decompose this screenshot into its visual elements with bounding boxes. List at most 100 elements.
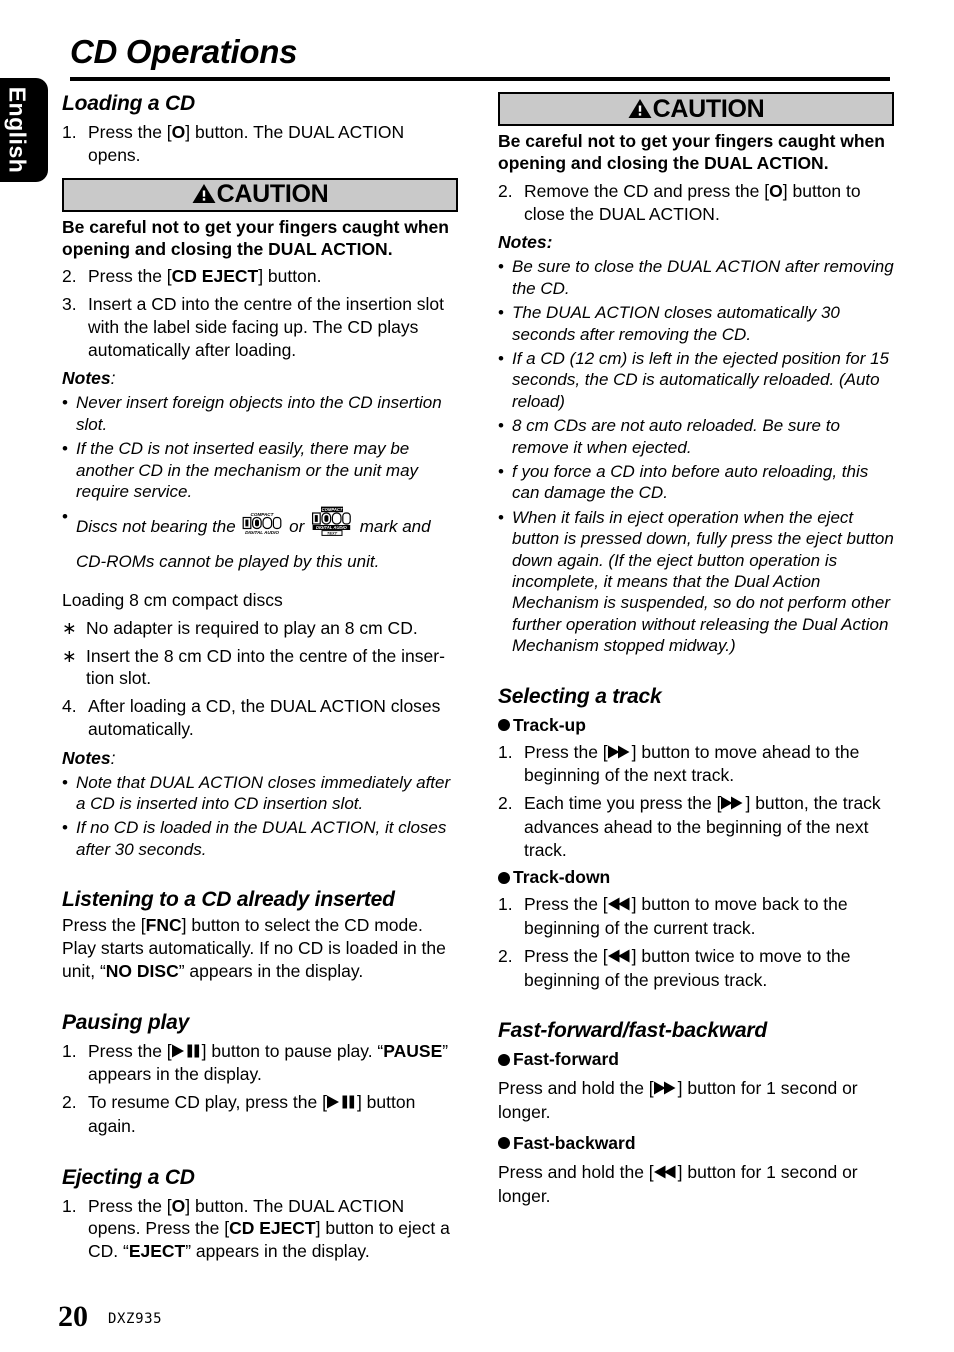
bullet-dot-icon: • xyxy=(498,348,504,368)
note-item: • Never insert foreign objects into the … xyxy=(62,392,458,435)
list-text: Press the [O] button. The DUAL ACTION op… xyxy=(88,1195,450,1262)
notes-heading: Notes: xyxy=(62,747,116,768)
list-number: 4. xyxy=(62,696,77,717)
bullet-dot-icon: • xyxy=(62,439,68,459)
notes-heading: Notes: xyxy=(498,232,553,253)
list-item: 2. Press the [] button twice to move to … xyxy=(498,945,894,992)
play-pause-icon xyxy=(326,1092,357,1115)
caution-body-text: Be careful not to get your fingers caugh… xyxy=(498,131,885,174)
subheading-fast-backward: Fast-backward xyxy=(498,1133,894,1154)
list-number: 2. xyxy=(498,945,513,966)
list-item: 1. Press the [O] button. The DUAL ACTION… xyxy=(62,1195,458,1263)
list-text: Remove the CD and press the [O] button t… xyxy=(524,180,861,224)
note-text: 8 cm CDs are not auto reloaded. Be sure … xyxy=(512,416,840,457)
note-text: Discs not bearing the COMPACT DIGITAL AU… xyxy=(76,506,458,546)
list-number: 1. xyxy=(498,894,513,915)
caution-banner: CAUTION xyxy=(498,92,894,126)
list-number: 1. xyxy=(62,1195,77,1216)
filled-circle-icon xyxy=(498,1137,510,1150)
list-number: 2. xyxy=(62,266,77,287)
note-text: When it fails in eject operation when th… xyxy=(512,507,894,656)
bullet-dot-icon: • xyxy=(62,393,68,413)
bullet-dot-icon: • xyxy=(498,416,504,436)
bullet-dot-icon: • xyxy=(62,818,68,838)
button-key: CD EJECT xyxy=(171,266,259,287)
list-text: Insert the 8 cm CD into the centre of th… xyxy=(86,645,445,689)
list-item: 2. Press the [CD EJECT] button. xyxy=(62,265,458,288)
list-item: ∗ Insert the 8 cm CD into the centre of … xyxy=(62,645,458,691)
list-number: 3. xyxy=(62,294,77,315)
list-item: 1. Press the [] button to pause play. “P… xyxy=(62,1040,458,1087)
subheading-label: Track-down xyxy=(513,867,611,888)
button-key: O xyxy=(171,122,186,142)
caution-label: CAUTION xyxy=(652,94,765,123)
list-text: After loading a CD, the DUAL ACTION clos… xyxy=(88,696,441,739)
list-number: 2. xyxy=(498,180,513,201)
note-item: • If the CD is not inserted easily, ther… xyxy=(62,438,458,502)
fast-forward-icon xyxy=(653,1078,678,1101)
fast-forward-body: Press and hold the [] button for 1 secon… xyxy=(498,1078,858,1123)
note-text: CD-ROMs cannot be played by this unit. xyxy=(76,551,380,571)
page-number: 20 xyxy=(58,1300,88,1333)
caution-label-wrap: CAUTION xyxy=(628,95,765,124)
svg-text:COMPACT: COMPACT xyxy=(322,507,343,512)
list-text: Press the [] button twice to move to the… xyxy=(524,945,851,990)
svg-text:TEXT: TEXT xyxy=(327,531,338,536)
display-text: PAUSE xyxy=(383,1040,443,1061)
caution-label: CAUTION xyxy=(216,180,329,208)
note-text: Never insert foreign objects into the CD… xyxy=(76,393,442,434)
list-text: Press the [CD EJECT] button. xyxy=(88,266,322,287)
fast-forward-icon xyxy=(607,742,632,765)
note-item: • When it fails in eject operation when … xyxy=(498,507,894,657)
manual-page: English CD Operations Loading a CD 1. Pr… xyxy=(0,0,954,1352)
heading-loading-8cm: Loading 8 cm compact discs xyxy=(62,590,283,611)
note-item: • If a CD (12 cm) is left in the ejected… xyxy=(498,348,894,412)
note-item: • The DUAL ACTION closes automatically 3… xyxy=(498,302,894,345)
fast-forward-icon xyxy=(721,793,745,816)
heading-loading-a-cd: Loading a CD xyxy=(62,92,195,115)
list-text: Each time you press the [] button, the t… xyxy=(524,793,881,860)
list-number: 1. xyxy=(62,1040,77,1061)
note-item: • Note that DUAL ACTION closes immediate… xyxy=(62,772,458,815)
list-number: 1. xyxy=(498,741,513,762)
page-title: CD Operations xyxy=(70,33,298,70)
caution-label-wrap: CAUTION xyxy=(192,180,329,209)
note-item-disc-logos: • Discs not bearing the COMPACT DIGITAL … xyxy=(62,506,458,546)
subheading-label: Track-up xyxy=(513,714,586,735)
list-number: 2. xyxy=(62,1092,77,1113)
notes-heading: Notes: xyxy=(62,368,116,389)
note-item: • 8 cm CDs are not auto reloaded. Be sur… xyxy=(498,415,894,458)
bullet-dot-icon: • xyxy=(62,772,68,792)
subheading-track-down: Track-down xyxy=(498,867,894,888)
note-text: Be sure to close the DUAL ACTION after r… xyxy=(512,257,894,298)
list-text: Press the [O] button. The DUAL ACTION op… xyxy=(88,122,405,165)
list-item: 2. Each time you press the [] button, th… xyxy=(498,792,894,861)
list-text: Press the [] button to move back to the … xyxy=(524,894,848,939)
filled-circle-icon xyxy=(498,1053,510,1066)
display-text: EJECT xyxy=(128,1241,186,1262)
svg-text:DIGITAL AUDIO: DIGITAL AUDIO xyxy=(245,530,279,535)
filled-circle-icon xyxy=(498,719,510,732)
note-item-disc-logos-line2: CD-ROMs cannot be played by this unit. xyxy=(62,551,458,572)
list-text: Insert a CD into the centre of the inser… xyxy=(88,294,445,360)
bullet-dot-icon: • xyxy=(498,461,504,481)
subheading-label: Fast-forward xyxy=(513,1049,619,1070)
language-tab-label: English xyxy=(4,86,31,174)
warning-triangle-icon xyxy=(192,182,216,211)
list-text: To resume CD play, press the [] button a… xyxy=(88,1092,416,1136)
heading-pausing-play: Pausing play xyxy=(62,1010,190,1034)
model-number: DXZ935 xyxy=(108,1311,163,1327)
left-column: Loading a CD 1. Press the [O] button. Th… xyxy=(62,92,458,1263)
note-item: • If no CD is loaded in the DUAL ACTION,… xyxy=(62,817,458,860)
language-tab-english: English xyxy=(0,78,48,182)
note-item: • f you force a CD into before auto relo… xyxy=(498,461,894,504)
list-item: 1. Press the [O] button. The DUAL ACTION… xyxy=(62,121,458,167)
list-item: ∗ No adapter is required to play an 8 cm… xyxy=(62,617,458,640)
list-item: 1. Press the [] button to move ahead to … xyxy=(498,741,894,788)
button-key: O xyxy=(769,180,783,201)
heading-ejecting-a-cd: Ejecting a CD xyxy=(62,1165,195,1189)
svg-text:COMPACT: COMPACT xyxy=(251,512,275,517)
note-text: If no CD is loaded in the DUAL ACTION, i… xyxy=(76,818,447,859)
warning-triangle-icon xyxy=(628,97,652,126)
right-column: CAUTION Be careful not to get your finge… xyxy=(498,92,894,1207)
